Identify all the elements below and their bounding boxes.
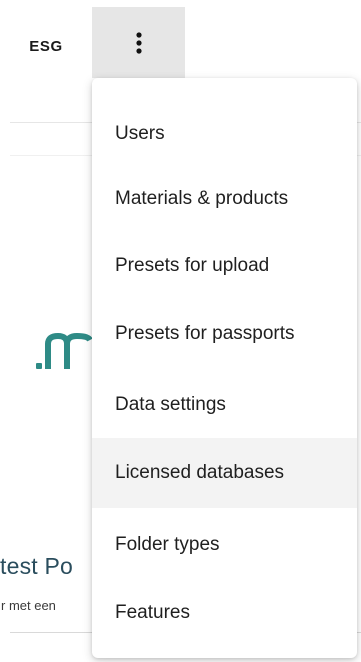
more-options-button[interactable] xyxy=(92,7,185,78)
menu-item-folder-types[interactable]: Folder types xyxy=(92,510,357,580)
options-dropdown-menu: Users Materials & products Presets for u… xyxy=(92,78,357,658)
vertical-dots-icon xyxy=(135,31,142,54)
menu-item-presets-upload[interactable]: Presets for upload xyxy=(92,231,357,301)
menu-item-materials-products[interactable]: Materials & products xyxy=(92,164,357,234)
card-title: test Po xyxy=(0,553,73,579)
menu-item-presets-passports[interactable]: Presets for passports xyxy=(92,299,357,369)
nav-tab-esg[interactable]: ESG xyxy=(0,0,92,92)
menu-item-licensed-databases[interactable]: Licensed databases xyxy=(92,438,357,508)
menu-item-data-settings[interactable]: Data settings xyxy=(92,370,357,440)
menu-item-features[interactable]: Features xyxy=(92,578,357,648)
card-subtitle: r met een xyxy=(1,598,56,613)
menu-item-users[interactable]: Users xyxy=(92,99,357,169)
